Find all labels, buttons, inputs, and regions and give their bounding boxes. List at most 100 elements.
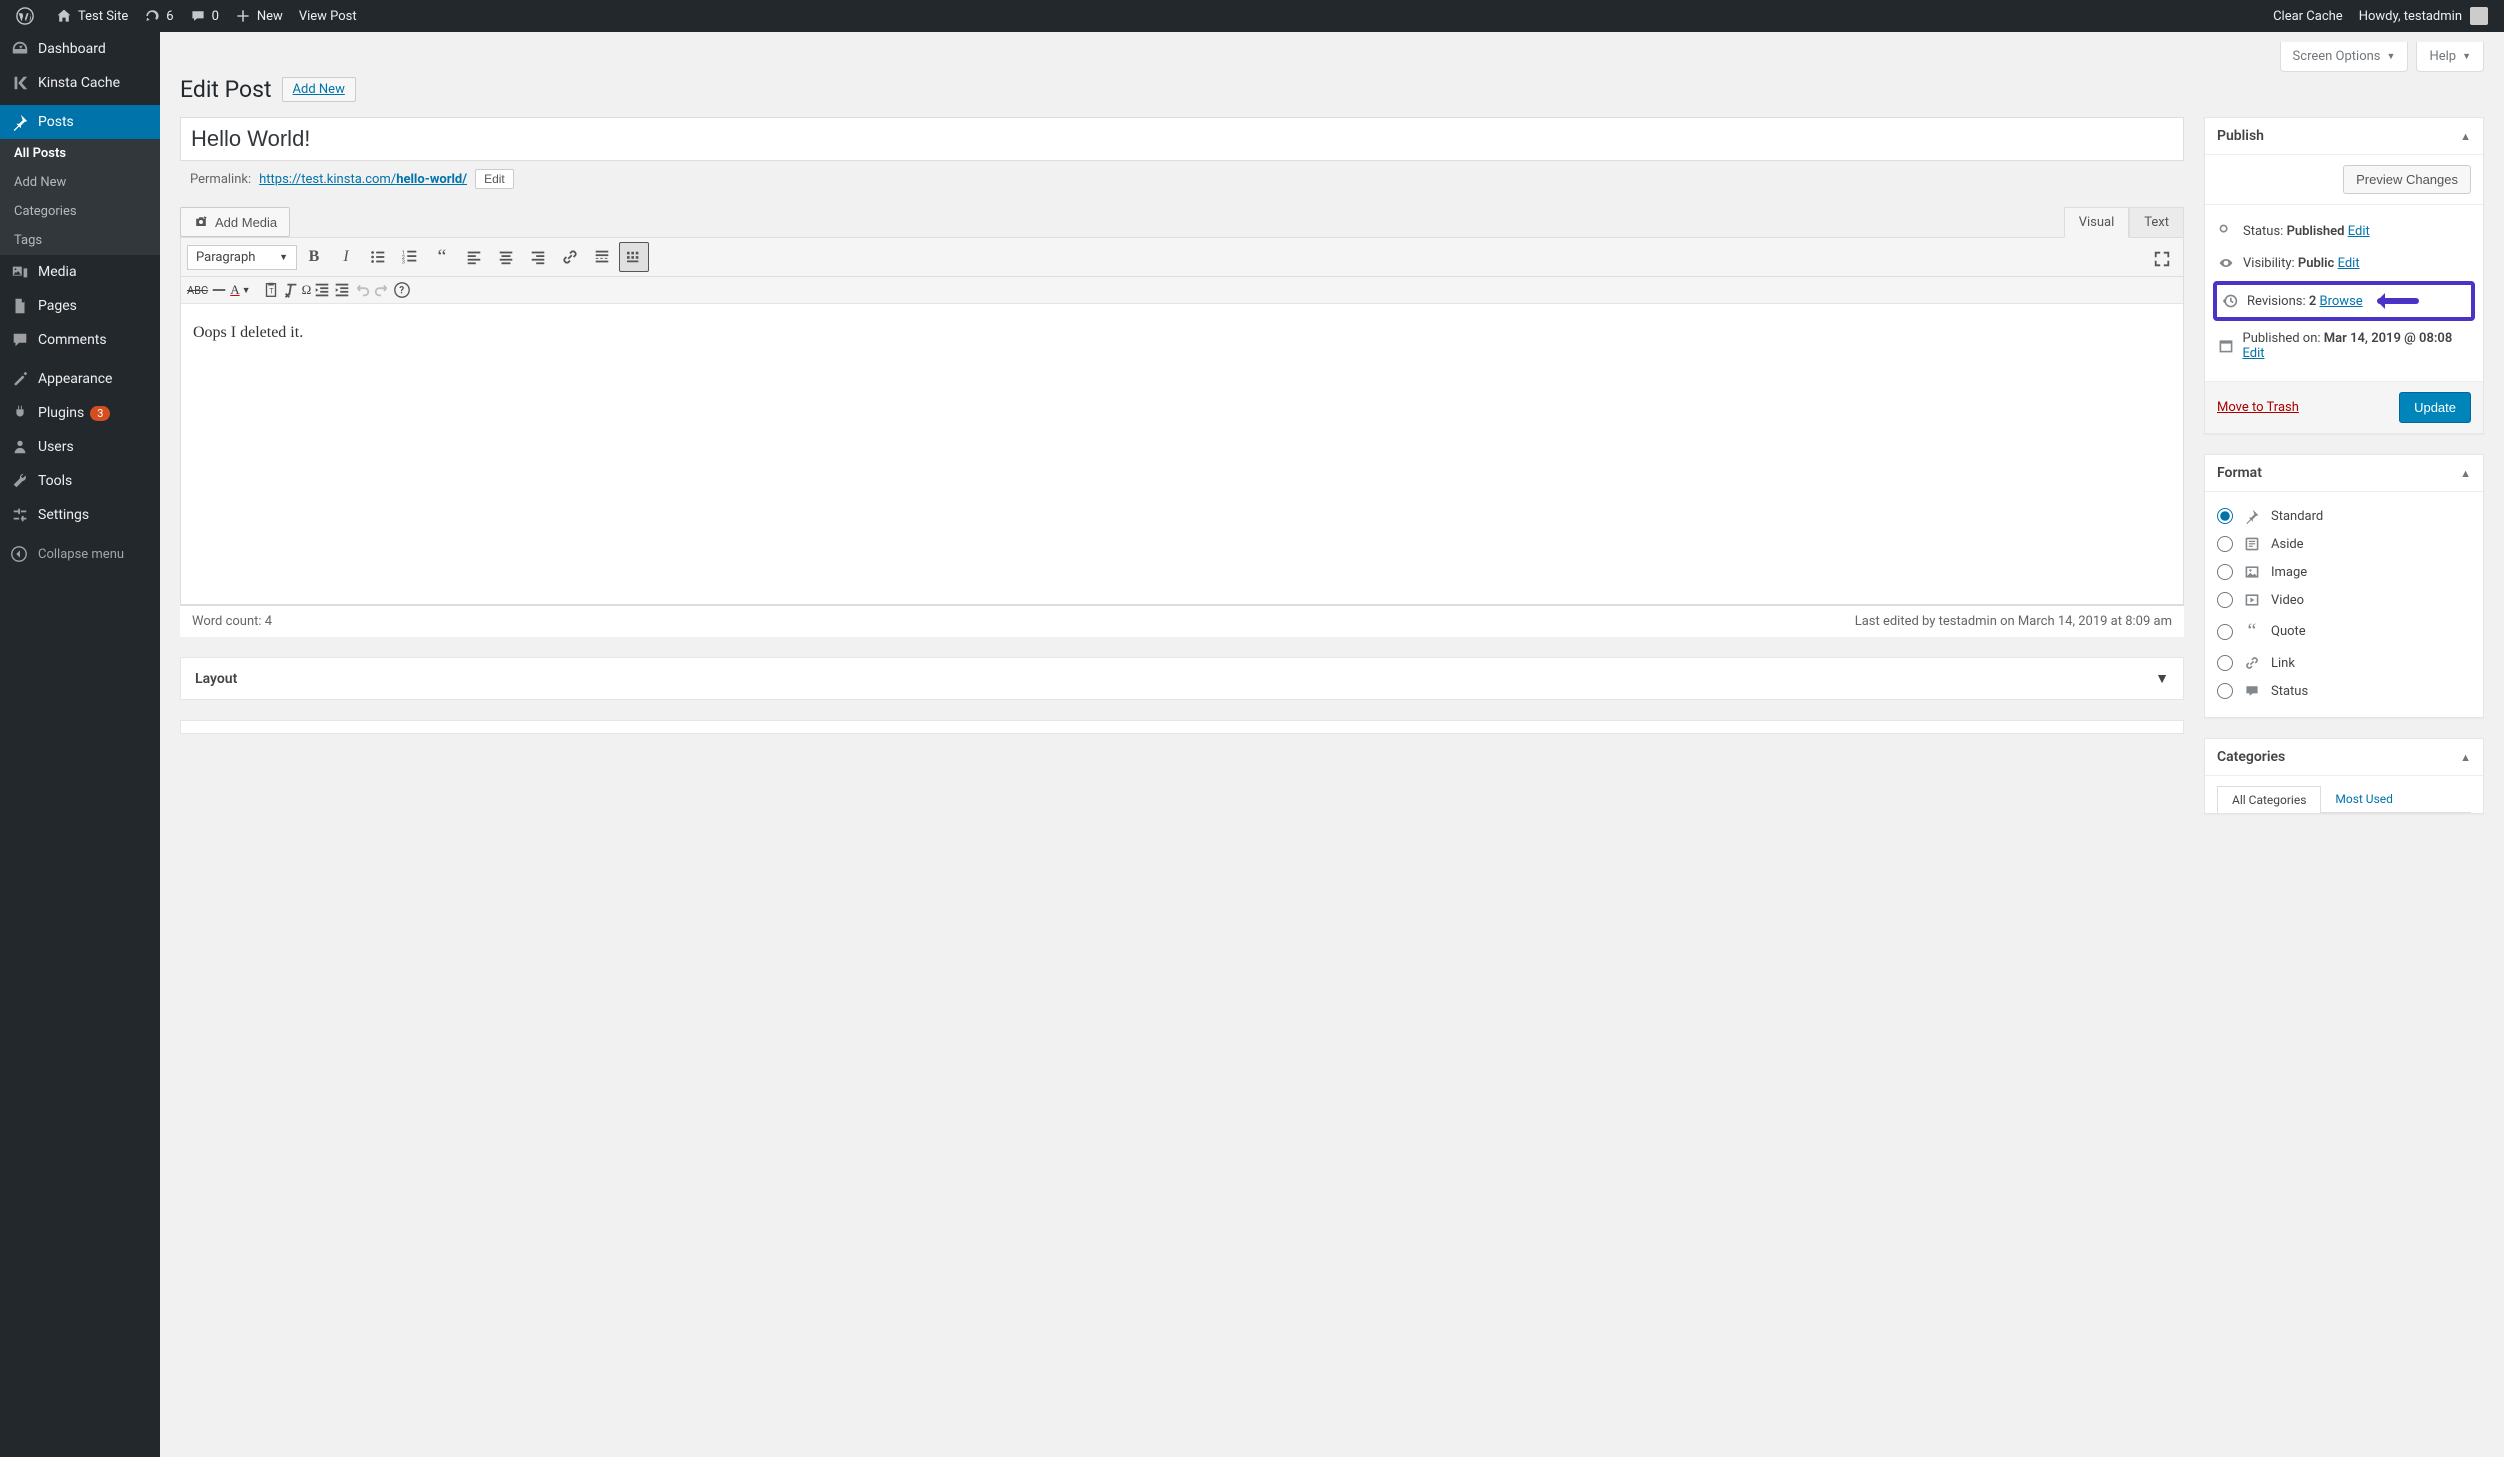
readmore-button[interactable] [587,242,617,272]
tab-text[interactable]: Text [2129,207,2184,237]
pin-icon [2243,508,2261,524]
collapse-menu[interactable]: Collapse menu [0,537,160,571]
toolbar-toggle-button[interactable] [619,242,649,272]
tools-icon [10,472,30,490]
textcolor-dropdown[interactable]: ▼ [242,285,260,296]
history-icon [2221,293,2239,309]
new-content-link[interactable]: New [227,0,291,32]
editor-box: Paragraph▼ B I 123 “ [180,237,2184,605]
tab-all-categories[interactable]: All Categories [2217,786,2321,813]
menu-users[interactable]: Users [0,430,160,464]
menu-pages[interactable]: Pages [0,289,160,323]
link-button[interactable] [555,242,585,272]
categories-header[interactable]: Categories▲ [2205,739,2483,776]
chevron-up-icon: ▲ [2460,467,2471,480]
menu-plugins[interactable]: Plugins3 [0,396,160,430]
page-icon [10,297,30,315]
align-left-button[interactable] [459,242,489,272]
tab-most-used[interactable]: Most Used [2321,786,2407,813]
blockquote-button[interactable]: “ [427,242,457,272]
help-button[interactable]: ? [393,281,411,299]
site-name-link[interactable]: Test Site [48,0,136,32]
view-post-link[interactable]: View Post [291,0,365,32]
status-edit-link[interactable]: Edit [2348,224,2370,239]
help-toggle[interactable]: Help▼ [2416,42,2484,72]
menu-dashboard[interactable]: Dashboard [0,32,160,66]
menu-comments[interactable]: Comments [0,323,160,357]
add-media-button[interactable]: Add Media [180,207,290,237]
format-link[interactable]: Link [2217,649,2471,677]
menu-settings[interactable]: Settings [0,498,160,532]
permalink-url[interactable]: https://test.kinsta.com/hello-world/ [259,172,467,187]
format-standard[interactable]: Standard [2217,502,2471,530]
menu-appearance[interactable]: Appearance [0,362,160,396]
redo-button[interactable] [373,281,391,299]
pastetext-button[interactable]: T [262,281,280,299]
format-video[interactable]: Video [2217,586,2471,614]
menu-posts[interactable]: Posts [0,105,160,139]
number-list-button[interactable]: 123 [395,242,425,272]
format-aside[interactable]: Aside [2217,530,2471,558]
categories-postbox: Categories▲ All Categories Most Used [2204,738,2484,814]
removeformat-button[interactable] [282,281,300,299]
clear-cache-link[interactable]: Clear Cache [2265,0,2351,32]
pin-icon [10,113,30,131]
tab-visual[interactable]: Visual [2064,207,2130,238]
screen-options-toggle[interactable]: Screen Options▼ [2280,42,2409,72]
menu-media[interactable]: Media [0,255,160,289]
plugin-icon [10,404,30,422]
format-header[interactable]: Format▲ [2205,455,2483,492]
align-center-button[interactable] [491,242,521,272]
move-to-trash-link[interactable]: Move to Trash [2217,400,2299,415]
align-right-button[interactable] [523,242,553,272]
layout-postbox-header[interactable]: Layout ▼ [181,658,2183,699]
hr-button[interactable] [210,281,228,299]
indent-button[interactable] [333,281,351,299]
visibility-edit-link[interactable]: Edit [2338,256,2360,271]
format-status[interactable]: Status [2217,677,2471,705]
format-image[interactable]: Image [2217,558,2471,586]
word-count: Word count: 4 [192,614,272,629]
submenu-all-posts[interactable]: All Posts [0,139,160,168]
permalink-edit-button[interactable]: Edit [475,169,514,189]
preview-changes-button[interactable]: Preview Changes [2343,165,2471,194]
chevron-down-icon: ▼ [2462,51,2471,62]
menu-tools[interactable]: Tools [0,464,160,498]
fullscreen-button[interactable] [2147,244,2177,274]
publish-header[interactable]: Publish▲ [2205,118,2483,155]
format-quote[interactable]: “Quote [2217,614,2471,649]
comments-link[interactable]: 0 [182,0,227,32]
undo-button[interactable] [353,281,371,299]
italic-button[interactable]: I [331,242,361,272]
submenu-categories[interactable]: Categories [0,197,160,226]
format-select[interactable]: Paragraph▼ [187,245,297,270]
quote-icon: “ [2243,620,2261,643]
strikethrough-button[interactable]: ABC [187,284,208,297]
post-title-input[interactable] [180,117,2184,161]
bullet-list-button[interactable] [363,242,393,272]
add-new-button[interactable]: Add New [282,77,356,102]
bold-button[interactable]: B [299,242,329,272]
submenu-tags[interactable]: Tags [0,226,160,255]
updates-link[interactable]: 6 [136,0,181,32]
my-account-link[interactable]: Howdy, testadmin [2351,0,2496,32]
editor-content[interactable]: Oops I deleted it. [181,304,2183,604]
chevron-up-icon: ▲ [2460,130,2471,143]
update-button[interactable]: Update [2399,392,2471,423]
image-icon [2243,564,2261,580]
status-icon [2243,683,2261,699]
video-icon [2243,592,2261,608]
submenu-add-new[interactable]: Add New [0,168,160,197]
svg-text:T: T [269,287,274,296]
screen-meta: Screen Options▼ Help▼ [180,42,2484,72]
wp-logo[interactable] [8,0,48,32]
textcolor-button[interactable]: A [230,282,239,298]
charmap-button[interactable]: Ω [302,282,312,298]
editor-toolbar-2: ABC A ▼ T Ω ? [181,277,2183,304]
outdent-button[interactable] [313,281,331,299]
collapse-icon [10,545,30,563]
title-wrap [180,117,2184,161]
menu-kinsta[interactable]: Kinsta Cache [0,66,160,100]
revisions-browse-link[interactable]: Browse [2320,294,2363,309]
date-edit-link[interactable]: Edit [2243,346,2265,361]
